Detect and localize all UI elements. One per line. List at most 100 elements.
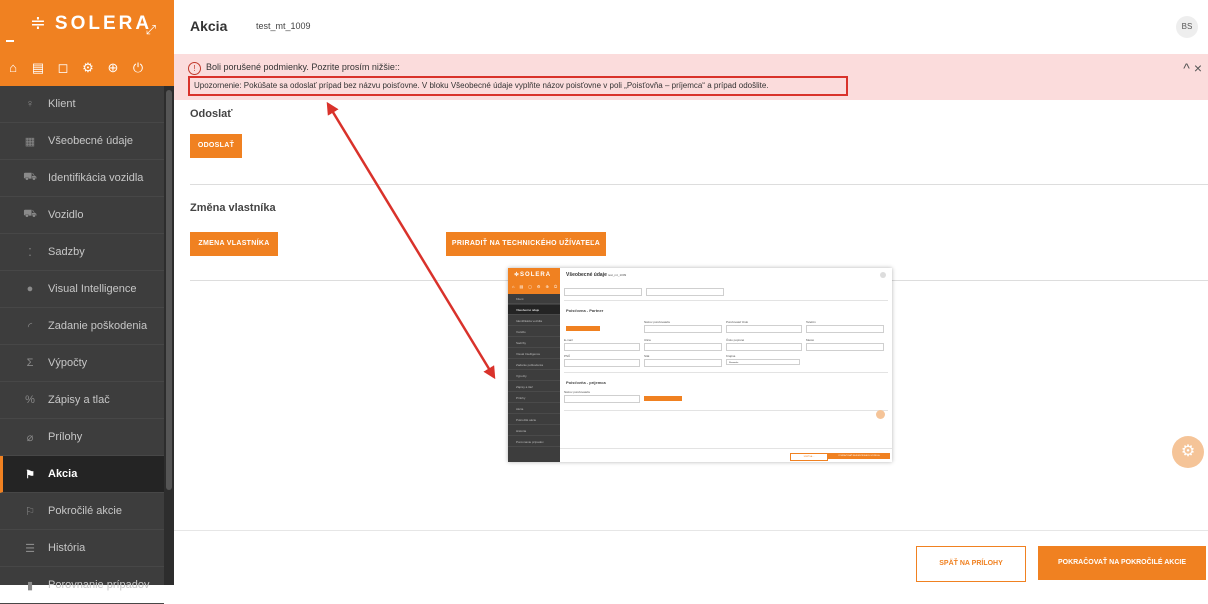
sidebar-item-10[interactable]: ⚑ Akcia [0,456,164,493]
thumb-menu-item: Pokročilé akcie [508,415,560,425]
error-alert: ! Boli porušené podmienky. Pozrite prosí… [174,54,1208,100]
action-icon: ⚑ [25,468,35,481]
page-header: Akcia test_mt_1009 BS [174,0,1208,54]
thumb-button [644,396,682,401]
copy-icon[interactable]: ◻ [56,60,70,76]
percent-icon: % [25,394,35,406]
sidebar-item-8[interactable]: % Zápisy a tlač [0,382,164,419]
thumb-menu-item: Vozidlo [508,327,560,337]
expand-sidebar-icon[interactable]: ⤢ [146,22,156,38]
sidebar-item-label: Pokročilé akcie [48,505,122,517]
thumb-input [564,395,640,403]
sidebar-item-6[interactable]: ◜ Zadanie poškodenia [0,308,164,345]
home-icon[interactable]: ⌂ [6,60,20,76]
sidebar-item-13[interactable]: ▮ Porovnanie prípadov [0,567,164,604]
thumb-label: Telefón [806,320,816,324]
alert-message: Boli porušené podmienky. Pozrite prosím … [206,62,400,72]
thumb-divider [564,410,888,411]
thumb-label: Číslo popisné [726,338,745,342]
sidebar-item-0[interactable]: ♀ Klient [0,86,164,123]
sidebar-item-label: Sadzby [48,246,85,258]
person-icon: ♀ [25,98,35,110]
thumb-menu-item: Výpočty [508,371,560,381]
thumb-next-button: POKRAČOVAŤ NA IDENTIFIKÁCIU VOZIDLA [828,453,890,459]
thumb-section-1: Poisťovna - Partner [566,308,604,313]
embedded-screenshot: ≑SOLERA ⌂ ▤ ◻ ⚙ ⊕ ⏻ Klient Všeobecné údaj… [508,268,892,462]
sidebar-scroll-thumb[interactable] [166,90,172,490]
thumb-label: Stát [644,354,650,358]
thumb-menu-item: Prílohy [508,393,560,403]
menu-dash [6,40,14,42]
advanced-action-icon: ⚐ [25,505,35,518]
thumb-divider [564,300,888,301]
globe-icon[interactable]: ⊕ [106,60,120,76]
sidebar-item-4[interactable]: ⁚ Sadzby [0,234,164,271]
divider [190,184,1208,185]
sidebar-item-2[interactable]: ⛟ Identifikácia vozidla [0,160,164,197]
document-icon[interactable]: ▤ [31,60,45,76]
sidebar-item-label: Identifikácia vozidla [48,172,144,184]
thumb-case-id: test_mt_1009 [608,273,627,277]
thumb-gear [876,410,885,419]
sidebar-item-label: Akcia [48,468,78,480]
owner-section-title: Změna vlastníka [190,202,276,214]
thumb-input [564,288,642,296]
thumb-footer: SPÄŤ NA ... POKRAČOVAŤ NA IDENTIFIKÁCIU … [560,448,892,462]
thumb-input [564,359,640,367]
damage-icon: ◜ [27,320,33,333]
settings-fab-icon[interactable]: ⚙ [1172,436,1204,468]
back-to-attachments-button[interactable]: SPÄŤ NA PRÍLOHY [916,546,1026,582]
thumb-menu-item: História [508,426,560,436]
sidebar-item-label: História [48,542,86,554]
send-button[interactable]: ODOSLAŤ [190,134,242,158]
sidebar-item-label: Klient [48,98,76,110]
visual-intelligence-icon: ● [26,283,34,295]
thumb-menu-item: Sadzby [508,338,560,348]
continue-advanced-actions-button[interactable]: POKRAČOVAŤ NA POKROČILÉ AKCIE [1038,546,1206,580]
sidebar-item-label: Zápisy a tlač [48,394,110,406]
sidebar-item-label: Výpočty [48,357,88,369]
thumb-input [646,288,724,296]
assign-technical-user-button[interactable]: PRIRADIŤ NA TECHNICKÉHO UŽÍVATEĽA [446,232,606,256]
sidebar-item-9[interactable]: ⌀ Prílohy [0,419,164,456]
sidebar-item-3[interactable]: ⛟ Vozidlo [0,197,164,234]
solera-logo[interactable]: ≑ SOLERA [30,12,152,35]
sidebar-item-5[interactable]: ● Visual Intelligence [0,271,164,308]
history-icon: ☰ [25,542,35,555]
settings-icon[interactable]: ⚙ [81,60,95,76]
thumb-label: E-mail [564,338,573,342]
thumb-input [726,343,802,351]
thumb-input [644,359,722,367]
footer-divider [174,530,1208,531]
thumb-sidebar: ≑SOLERA ⌂ ▤ ◻ ⚙ ⊕ ⏻ Klient Všeobecné údaj… [508,268,560,462]
thumb-menu-item: Zápisy a tlač [508,382,560,392]
thumb-menu-item: Zadanie poškodenia [508,360,560,370]
sidebar-item-7[interactable]: Σ Výpočty [0,345,164,382]
sidebar-item-12[interactable]: ☰ História [0,530,164,567]
sidebar-item-label: Vozidlo [48,209,84,221]
collapse-icon[interactable]: ^ [1183,60,1190,76]
error-icon: ! [188,62,201,75]
sidebar-item-1[interactable]: ▦ Všeobecné údaje [0,123,164,160]
sidebar-item-11[interactable]: ⚐ Pokročilé akcie [0,493,164,530]
user-avatar[interactable]: BS [1176,16,1198,38]
car-id-icon: ⛟ [23,171,37,183]
close-icon[interactable]: × [1194,60,1202,76]
page-title: Akcia [190,18,228,34]
compare-icon: ▮ [26,579,34,592]
sidebar-item-label: Porovnanie prípadov [48,579,150,591]
thumb-select: Slovensko [726,359,800,365]
power-icon[interactable]: ⏻ [131,60,145,76]
case-id: test_mt_1009 [256,21,311,31]
thumb-label: PSČ [564,354,571,358]
thumb-back-button: SPÄŤ NA ... [790,453,828,461]
change-owner-button[interactable]: ZMENA VLASTNÍKA [190,232,278,256]
sidebar-item-label: Zadanie poškodenia [48,320,148,332]
send-section-title: Odoslať [190,108,233,120]
sidebar-menu: ♀ Klient ▦ Všeobecné údaje ⛟ Identifikácia vo… [0,86,164,604]
thumb-menu-item: Visual Intelligence [508,349,560,359]
thumb-label: Mesto [806,338,815,342]
thumb-divider [564,372,888,373]
sidebar-toolbar: ⌂ ▤ ◻ ⚙ ⊕ ⏻ [6,60,145,76]
thumb-label: Názov poisťovateľa [564,390,590,394]
